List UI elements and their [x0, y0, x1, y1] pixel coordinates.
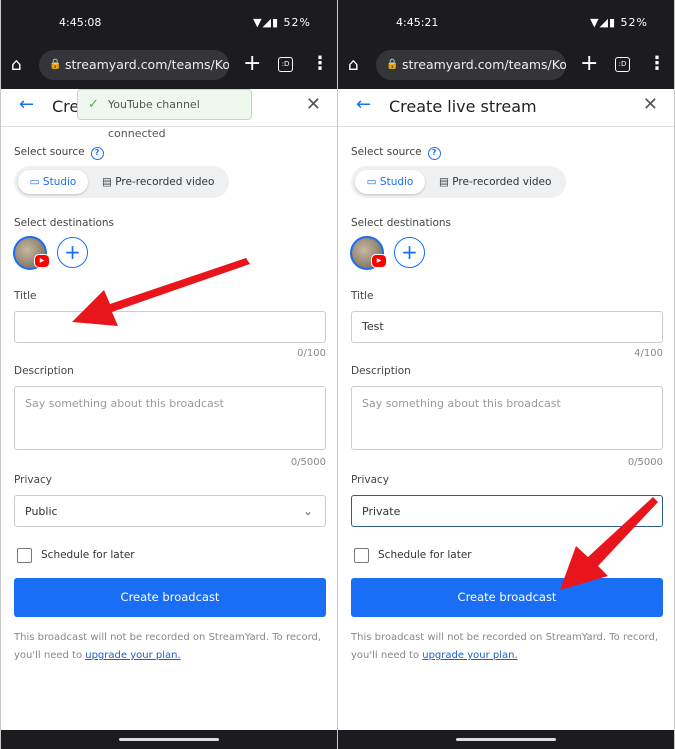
arrow-to-title-input — [72, 258, 250, 326]
annotation-arrows — [72, 258, 658, 590]
arrow-to-create-button — [560, 497, 658, 590]
